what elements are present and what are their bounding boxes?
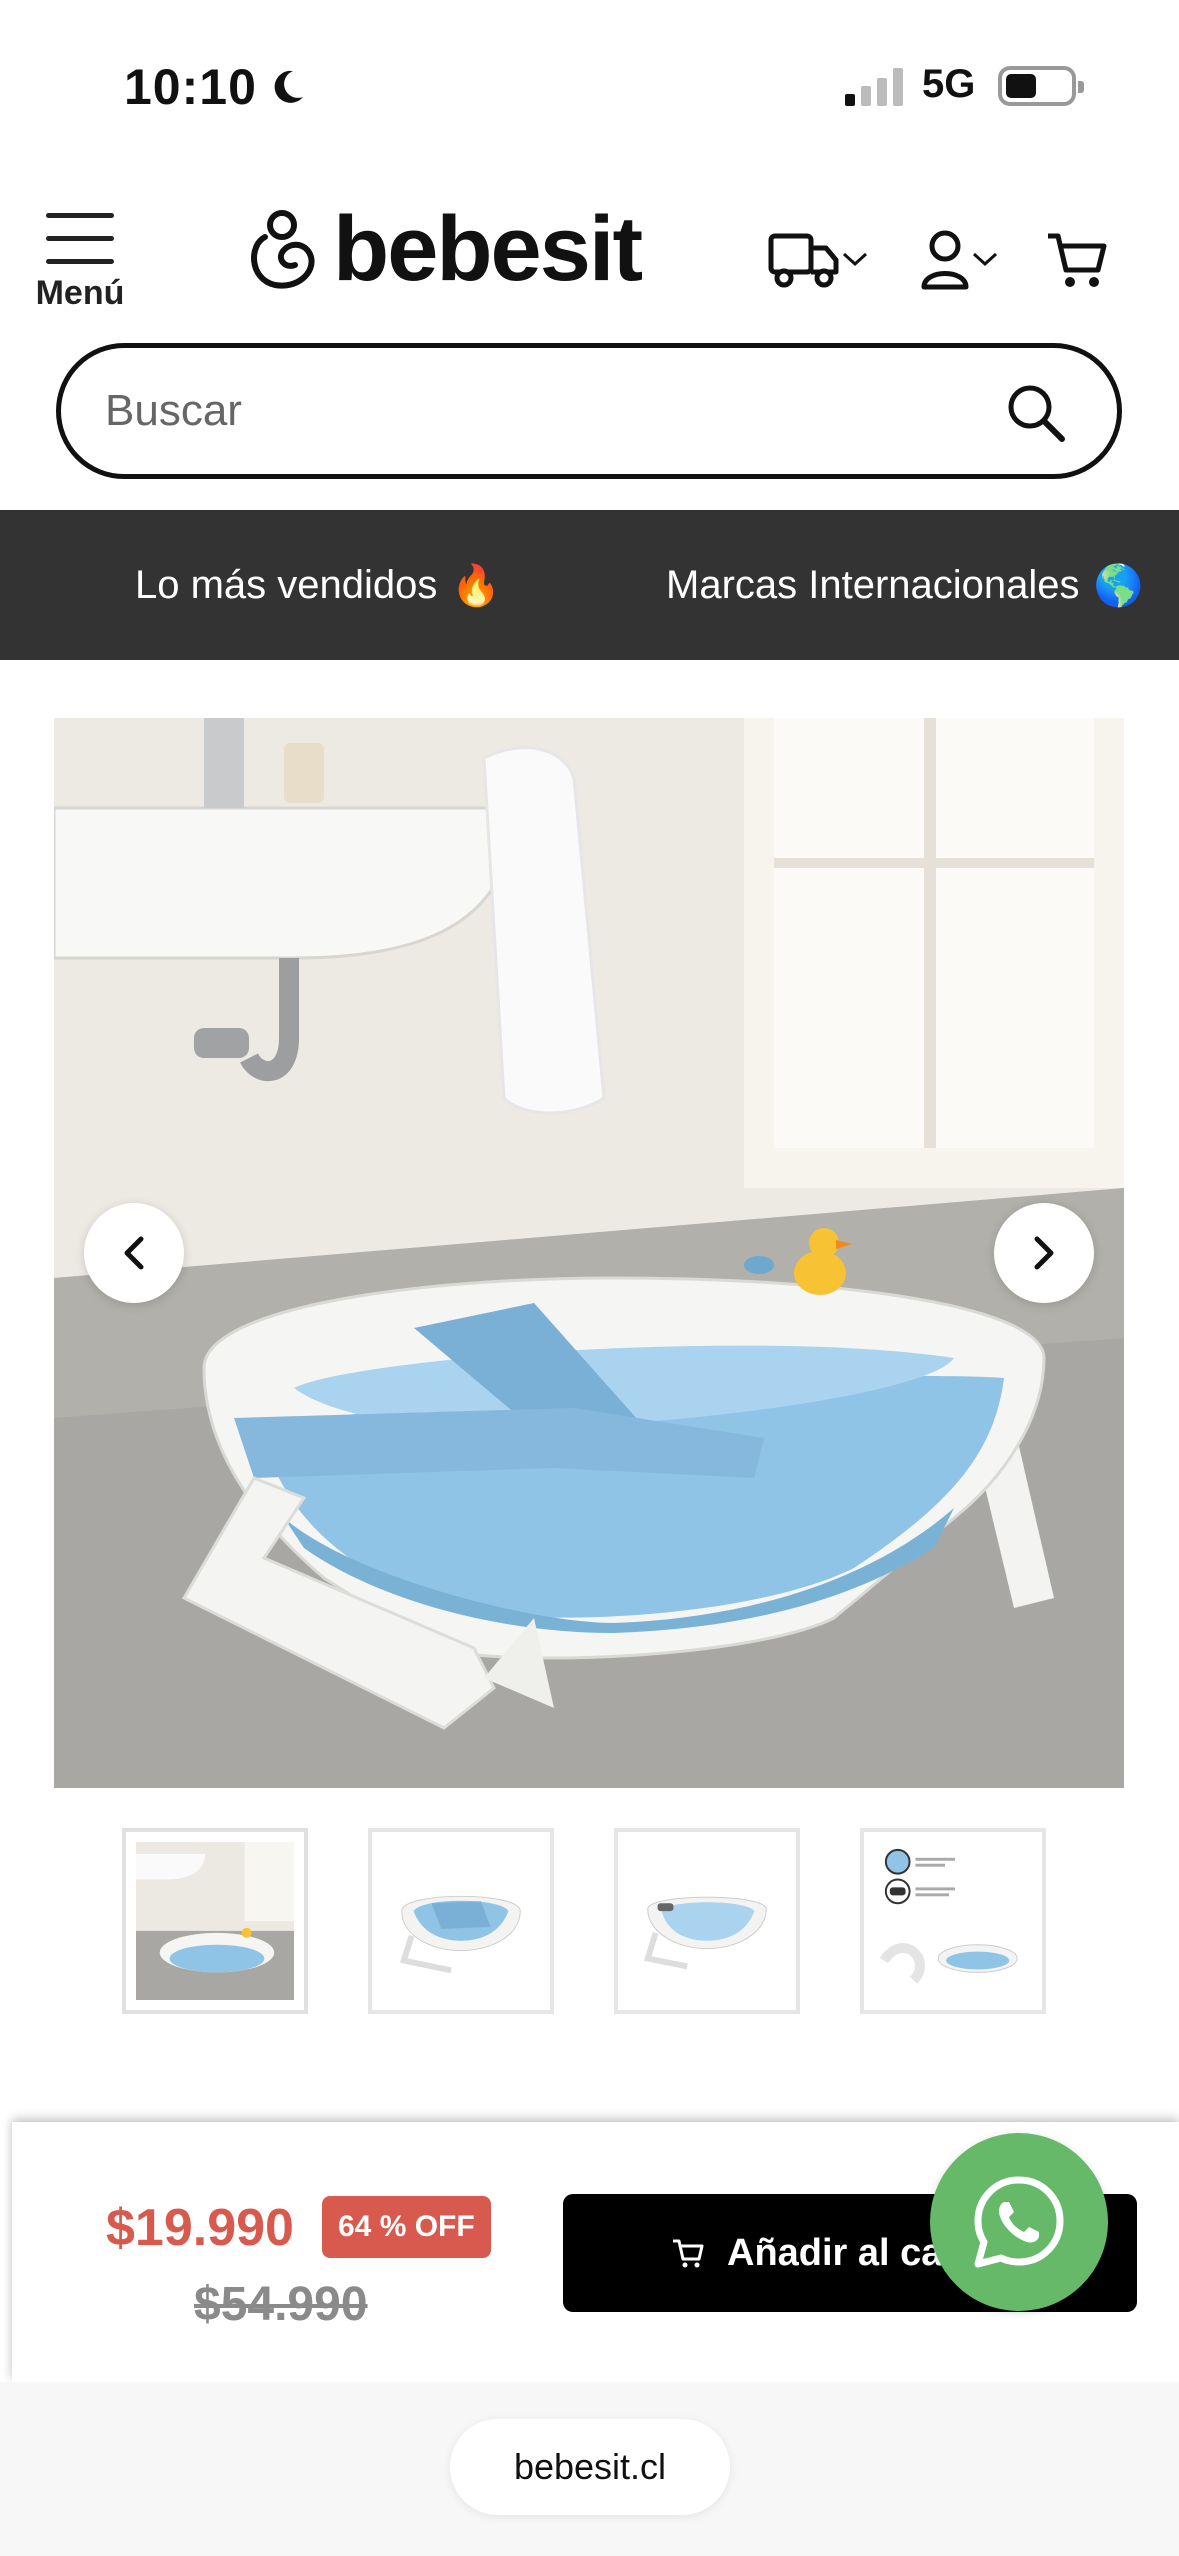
chevron-down-icon — [972, 252, 998, 267]
cart-button[interactable] — [1046, 225, 1108, 295]
promo-nav: Lo más vendidos 🔥 Marcas Internacionales… — [0, 510, 1179, 660]
thumbnail-image — [136, 1842, 294, 2000]
fire-icon: 🔥 — [451, 563, 502, 608]
hamburger-bar — [46, 236, 114, 241]
thumbnail-1[interactable] — [122, 1828, 308, 2014]
whatsapp-button[interactable] — [930, 2133, 1108, 2311]
moon-icon — [274, 70, 303, 103]
status-bar: 10:10 5G — [0, 0, 1179, 170]
search-input[interactable] — [105, 378, 985, 444]
logo-text: bebesit — [333, 198, 643, 300]
user-icon — [921, 230, 969, 290]
promo-item-international-brands[interactable]: Marcas Internacionales 🌎 — [666, 510, 1143, 660]
chevron-down-icon — [842, 252, 868, 267]
url-bar[interactable]: bebesit.cl — [450, 2419, 730, 2515]
account-button[interactable] — [920, 225, 1000, 295]
truck-icon — [768, 233, 839, 288]
carousel-prev-button[interactable] — [84, 1203, 184, 1303]
shipping-button[interactable] — [768, 225, 870, 295]
url-text: bebesit.cl — [513, 2446, 667, 2487]
thumbnail-3[interactable] — [614, 1828, 800, 2014]
globe-icon: 🌎 — [1093, 563, 1144, 608]
search-bar[interactable] — [56, 343, 1122, 479]
thumbnail-2[interactable] — [368, 1828, 554, 2014]
hamburger-icon — [46, 213, 114, 218]
baby-logo-icon — [251, 210, 315, 289]
clock-text: 10:10 — [124, 59, 257, 115]
status-time: 10:10 — [124, 58, 307, 116]
menu-button[interactable]: Menú — [30, 195, 130, 312]
cart-icon — [1048, 233, 1107, 287]
product-image[interactable] — [54, 718, 1124, 1788]
signal-icon — [845, 66, 903, 106]
promo-label: Marcas Internacionales — [666, 562, 1080, 607]
thumbnail-strip — [122, 1828, 1046, 2014]
carousel-next-button[interactable] — [994, 1203, 1094, 1303]
logo[interactable]: bebesit — [245, 198, 643, 300]
sale-price: $19.990 — [106, 2199, 294, 2257]
menu-label: Menú — [35, 274, 125, 312]
original-price: $54.990 — [194, 2278, 368, 2331]
chevron-left-icon — [124, 1236, 144, 1270]
cart-icon — [673, 2239, 704, 2268]
promo-item-best-sellers[interactable]: Lo más vendidos 🔥 — [135, 510, 501, 660]
browser-toolbar: bebesit.cl — [0, 2382, 1179, 2556]
hamburger-bar — [46, 259, 114, 264]
thumbnail-image — [382, 1842, 540, 2000]
site-header: Menú bebesit — [0, 175, 1179, 325]
promo-label: Lo más vendidos — [135, 562, 438, 607]
thumbnail-image — [874, 1842, 1032, 2000]
chevron-right-icon — [1034, 1236, 1054, 1270]
whatsapp-icon — [974, 2176, 1064, 2268]
thumbnail-4[interactable] — [860, 1828, 1046, 2014]
baby-bathtub-photo — [54, 718, 1124, 1788]
discount-badge: 64 % OFF — [322, 2196, 491, 2258]
battery-icon — [998, 66, 1084, 106]
network-label: 5G — [922, 62, 976, 106]
search-icon[interactable] — [1005, 382, 1067, 444]
thumbnail-image — [628, 1842, 786, 2000]
